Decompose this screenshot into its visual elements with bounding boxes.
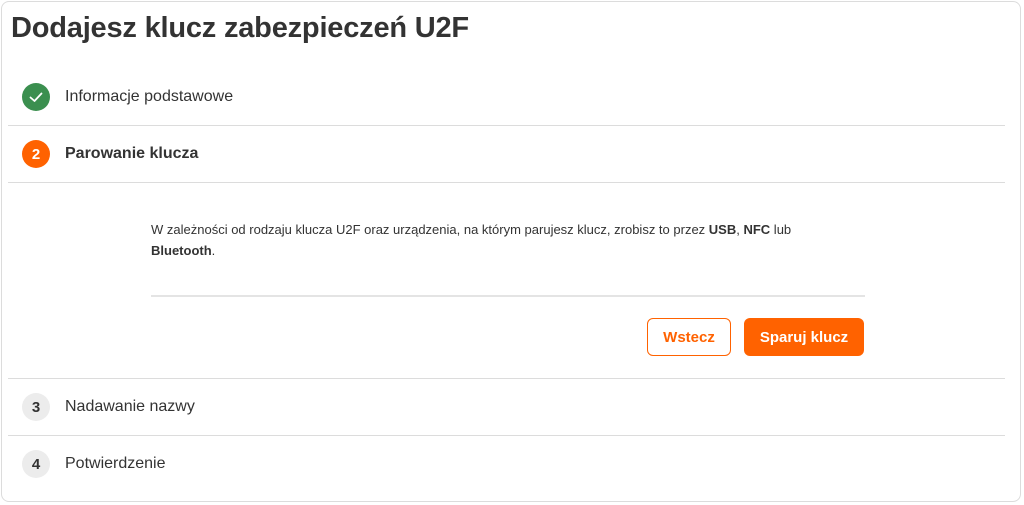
step-number-badge: 2 — [22, 140, 50, 168]
step-label: Parowanie klucza — [65, 145, 199, 162]
pair-key-button[interactable]: Sparuj klucz — [744, 318, 864, 356]
nfc-text: NFC — [743, 222, 771, 237]
step-number-badge: 4 — [22, 450, 50, 478]
back-button[interactable]: Wstecz — [647, 318, 731, 356]
step-label: Potwierdzenie — [65, 455, 166, 472]
step-basic-info[interactable]: Informacje podstawowe — [8, 69, 1005, 126]
check-icon — [22, 83, 50, 111]
divider — [8, 182, 1005, 183]
step-number-badge: 3 — [22, 393, 50, 421]
usb-text: USB — [708, 222, 737, 237]
content-divider — [151, 295, 865, 297]
step-label: Nadawanie nazwy — [65, 398, 195, 415]
step-pairing[interactable]: 2 Parowanie klucza — [8, 126, 1005, 183]
bluetooth-text: Bluetooth — [151, 243, 212, 258]
step-label: Informacje podstawowe — [65, 88, 234, 105]
step-confirmation[interactable]: 4 Potwierdzenie — [8, 436, 1005, 493]
pairing-description: W zależności od rodzaju klucza U2F oraz … — [151, 222, 792, 258]
step-naming[interactable]: 3 Nadawanie nazwy — [8, 379, 1005, 436]
page-title: Dodajesz klucz zabezpieczeń U2F — [11, 12, 469, 44]
